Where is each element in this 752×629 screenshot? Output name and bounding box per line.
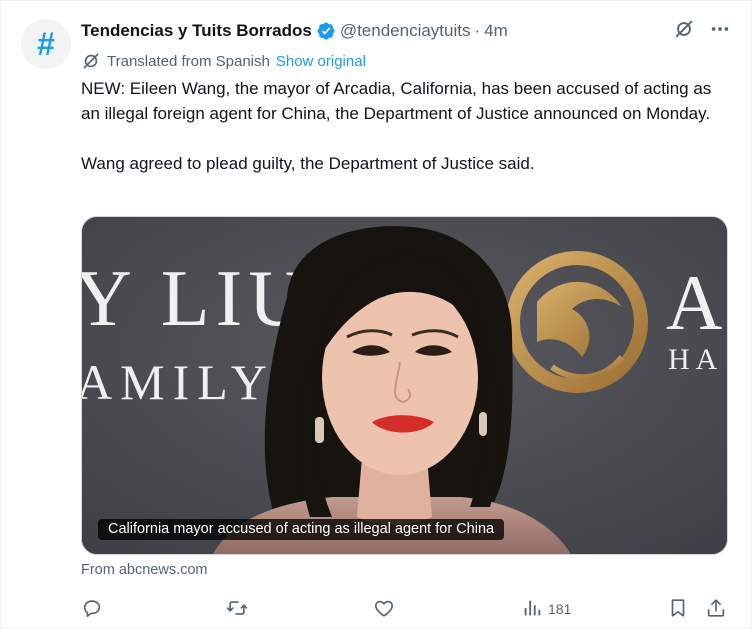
bookmark-icon — [667, 597, 689, 622]
share-button[interactable] — [705, 595, 727, 623]
views-icon — [521, 597, 543, 622]
backdrop-text-2: AMILY — [82, 354, 275, 410]
card-source[interactable]: From abcnews.com — [81, 562, 208, 578]
verified-badge-icon[interactable] — [316, 21, 336, 41]
reply-button[interactable] — [81, 595, 103, 623]
backdrop-text-1: Y LIU — [82, 255, 312, 343]
grok-icon[interactable] — [673, 18, 695, 40]
author-handle[interactable]: @tendenciaytuits — [340, 21, 471, 41]
translation-row: Translated from Spanish Show original — [81, 50, 366, 72]
tweet-text: NEW: Eileen Wang, the mayor of Arcadia, … — [81, 76, 731, 176]
reply-icon — [81, 597, 103, 622]
card-caption: California mayor accused of acting as il… — [98, 519, 505, 540]
more-icon[interactable] — [709, 18, 731, 40]
translate-icon — [81, 51, 101, 71]
like-icon — [373, 597, 395, 622]
translated-label: Translated from Spanish — [107, 52, 270, 70]
link-card[interactable]: Y LIU AMILY A HA California mayor accuse… — [81, 216, 728, 555]
tweet-header: Tendencias y Tuits Borrados @tendenciayt… — [81, 18, 731, 44]
share-icon — [705, 597, 727, 622]
retweet-button[interactable] — [226, 595, 248, 623]
avatar-hash-glyph: # — [37, 26, 55, 62]
backdrop-logo-text-1: A — [666, 259, 722, 346]
card-image: Y LIU AMILY A HA — [82, 217, 727, 554]
separator-dot: · — [474, 21, 481, 40]
retweet-icon — [226, 597, 248, 622]
header-actions — [673, 18, 731, 40]
timestamp[interactable]: 4m — [484, 21, 508, 41]
tweet-paragraph-2: Wang agreed to plead guilty, the Departm… — [81, 154, 535, 173]
like-button[interactable] — [373, 595, 395, 623]
tweet-container[interactable]: # Tendencias y Tuits Borrados @tendencia… — [0, 0, 752, 629]
views-button[interactable]: 181 — [521, 595, 571, 623]
action-bar: 181 — [81, 595, 733, 623]
views-count: 181 — [548, 601, 572, 617]
author-name[interactable]: Tendencias y Tuits Borrados — [81, 21, 312, 41]
show-original-link[interactable]: Show original — [276, 53, 366, 70]
tweet-paragraph-1: NEW: Eileen Wang, the mayor of Arcadia, … — [81, 79, 712, 123]
avatar[interactable]: # — [21, 19, 71, 69]
backdrop-logo-text-2: HA — [668, 343, 723, 376]
bookmark-button[interactable] — [667, 595, 689, 623]
